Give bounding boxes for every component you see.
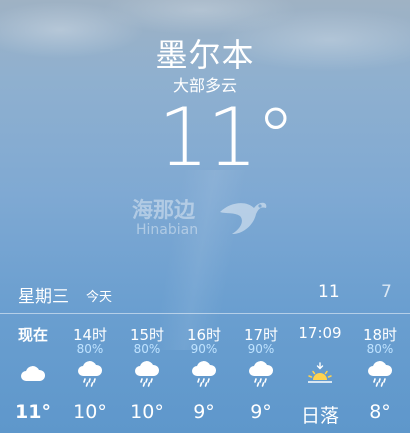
- hour-temperature: 10°: [73, 401, 107, 423]
- precip-chance: 80%: [133, 342, 161, 356]
- hour-temperature: 8°: [369, 401, 391, 423]
- hour-item: 18时 80% 8°: [352, 324, 408, 423]
- hour-item: 17:09 日落: [292, 324, 348, 428]
- today-label: 今天: [86, 290, 113, 305]
- hour-time: 15时: [129, 326, 165, 344]
- bird-icon: [220, 202, 267, 234]
- hour-time: 16时: [186, 326, 222, 344]
- rain-cloud-icon: [119, 359, 175, 389]
- rain-cloud-icon: [62, 359, 118, 389]
- weekday-label: 星期三: [18, 287, 69, 307]
- hour-item: 现在 11°: [5, 324, 61, 423]
- watermark-chinese-text: 海那边: [132, 198, 195, 222]
- cloud-icon: [5, 359, 61, 389]
- divider: [0, 313, 410, 314]
- hour-temperature: 10°: [130, 401, 164, 423]
- current-temperature: 11°: [158, 91, 296, 184]
- hour-temperature: 9°: [193, 401, 215, 423]
- precip-chance: [5, 342, 61, 358]
- precip-chance: 80%: [76, 342, 104, 356]
- hour-item: 17时 90% 9°: [233, 324, 289, 423]
- rain-cloud-icon: [233, 359, 289, 389]
- rain-cloud-icon: [352, 359, 408, 389]
- hour-temperature: 日落: [300, 405, 339, 427]
- hour-time: 18时: [362, 326, 398, 344]
- sunset-icon: [292, 359, 348, 389]
- hour-item: 16时 90% 9°: [176, 324, 232, 423]
- precip-chance: 90%: [247, 342, 275, 356]
- watermark-logo: 海那边 Hinabian: [132, 194, 272, 244]
- precip-chance: 80%: [366, 342, 394, 356]
- precip-chance: [292, 342, 348, 358]
- hour-time: 现在: [17, 326, 48, 344]
- daily-forecast-row: 星期三 今天 11 7: [0, 280, 410, 307]
- high-temperature: 11: [318, 282, 340, 302]
- hour-temperature: 9°: [250, 401, 272, 423]
- hour-time: 14时: [72, 326, 108, 344]
- city-name: 墨尔本: [155, 36, 255, 74]
- precip-chance: 90%: [190, 342, 218, 356]
- hour-item: 14时 80% 10°: [62, 324, 118, 423]
- watermark-english-text: Hinabian: [136, 222, 199, 238]
- hour-time: 17时: [243, 326, 279, 344]
- hour-temperature: 11°: [15, 401, 51, 423]
- hour-time: 17:09: [298, 324, 342, 342]
- low-temperature: 7: [381, 282, 392, 302]
- rain-cloud-icon: [176, 359, 232, 389]
- hour-item: 15时 80% 10°: [119, 324, 175, 423]
